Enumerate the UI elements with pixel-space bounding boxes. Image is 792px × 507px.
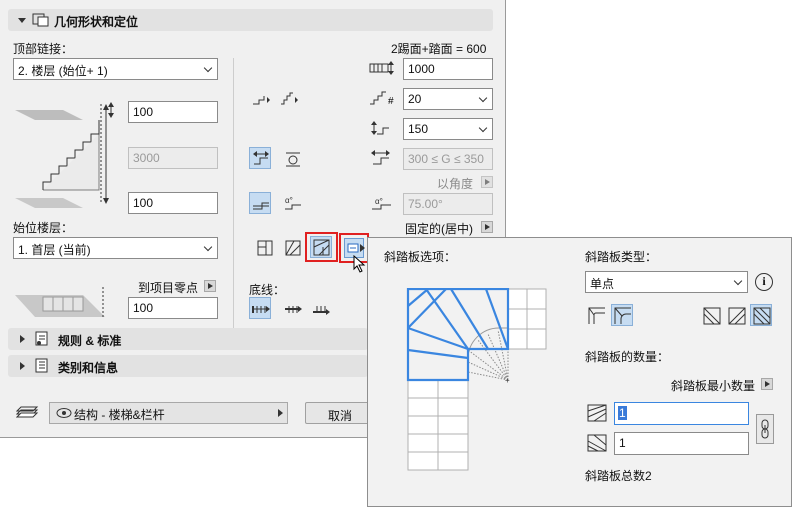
winder-count-second-input[interactable]: 1	[614, 432, 749, 455]
category-section-title: 类别和信息	[58, 361, 119, 375]
winder-count-first-icon	[586, 403, 610, 426]
geometry-section-header[interactable]: 几何形状和定位	[8, 9, 493, 31]
top-link-label: 顶部链接：	[13, 42, 74, 56]
bottom-offset-input[interactable]: 100	[128, 192, 218, 214]
angle-field: 75.00°	[403, 193, 493, 215]
rules-icon	[34, 331, 50, 350]
tread-depth-range-button[interactable]	[281, 147, 303, 169]
rules-section-header[interactable]: 规则 & 标准	[8, 328, 368, 350]
layer-selector[interactable]: 结构 - 楼梯&栏杆	[49, 402, 288, 424]
min-winder-count-menu-arrow[interactable]	[761, 378, 773, 390]
winder-count-first-value: 1	[618, 406, 627, 420]
layer-stack-icon	[15, 405, 40, 422]
project-zero-menu-arrow[interactable]	[204, 280, 216, 292]
winder-type-title: 斜踏板类型：	[585, 250, 658, 264]
geometry-section-title: 几何形状和定位	[54, 15, 139, 29]
winder-type-left-1-button[interactable]	[585, 304, 607, 326]
winder-count-second-icon	[586, 433, 610, 456]
winder-options-button-highlight	[339, 233, 369, 273]
flight-type-button-2[interactable]	[277, 87, 299, 109]
riser-tread-formula: 2踢面+踏面 = 600	[391, 42, 487, 56]
winder-options-popup: 斜踏板选项： + 斜踏板类型： 单点 i 斜踏板的数量： 斜踏板最小数量 1 1…	[367, 237, 792, 507]
collapse-triangle-icon	[18, 18, 26, 23]
floor-plate-diagram	[13, 287, 113, 324]
home-story-label: 始位楼层：	[13, 221, 74, 235]
cancel-button[interactable]: 取消	[305, 402, 375, 424]
min-winder-count-label: 斜踏板最小数量	[671, 379, 756, 393]
baseline-right-button[interactable]	[309, 297, 331, 319]
angle-icon: α°	[369, 195, 397, 214]
winder-turn-highlight	[305, 232, 338, 262]
stair-height-diagram	[13, 98, 123, 219]
turn-winder-button[interactable]	[281, 236, 303, 258]
category-icon	[34, 358, 50, 377]
riser-count-select[interactable]: 20	[403, 88, 493, 110]
tread-depth-range-field: 300 ≤ G ≤ 350	[403, 148, 493, 170]
winder-type-right-2-button[interactable]	[725, 304, 747, 326]
riser-count-icon: #	[369, 90, 397, 109]
winder-type-left-2-button[interactable]	[611, 304, 633, 326]
top-offset-input[interactable]: 100	[128, 101, 218, 123]
by-angle-label: 以角度	[437, 177, 474, 191]
expand-triangle-icon	[20, 362, 25, 370]
baseline-center-button[interactable]	[281, 297, 303, 319]
flight-type-button-1[interactable]	[249, 87, 271, 109]
baseline-label: 底线：	[249, 283, 286, 297]
layer-name: 结构 - 楼梯&栏杆	[74, 408, 165, 422]
to-project-zero-label: 到项目零点	[138, 281, 199, 295]
riser-height-select[interactable]: 150	[403, 118, 493, 140]
mouse-cursor-icon	[353, 255, 366, 273]
fixed-centered-menu-arrow[interactable]	[481, 221, 493, 233]
column-divider	[233, 58, 234, 328]
winder-options-title: 斜踏板选项：	[384, 250, 457, 264]
riser-height-icon	[369, 120, 397, 139]
stair-height-input: 3000	[128, 147, 218, 169]
winder-type-select[interactable]: 单点	[585, 271, 748, 293]
category-section-header[interactable]: 类别和信息	[8, 355, 368, 377]
svg-text:α°: α°	[285, 196, 293, 205]
svg-text:#: #	[388, 96, 394, 106]
svg-text:+: +	[505, 376, 510, 385]
top-link-select[interactable]: 2. 楼层 (始位+ 1)	[13, 58, 218, 80]
winder-total-label: 斜踏板总数2	[585, 469, 652, 483]
info-icon[interactable]: i	[755, 273, 773, 291]
fixed-centered-label: 固定的(居中)	[405, 222, 473, 236]
winder-type-right-1-button[interactable]	[700, 304, 722, 326]
turn-winder-selected-button[interactable]	[310, 236, 332, 258]
stair-width-input[interactable]: 1000	[403, 58, 493, 80]
expand-triangle-icon	[20, 335, 25, 343]
project-zero-input[interactable]: 100	[128, 297, 218, 319]
stair-width-icon	[369, 60, 397, 79]
winder-count-first-input[interactable]: 1	[614, 402, 749, 425]
angle-lock-button[interactable]	[249, 192, 271, 214]
tread-depth-lock-button[interactable]	[249, 147, 271, 169]
geometry-icon	[32, 12, 50, 31]
winder-plan-diagram: +	[406, 287, 556, 476]
home-story-select[interactable]: 1. 首层 (当前)	[13, 237, 218, 259]
layer-menu-arrow-icon	[278, 409, 283, 417]
link-chain-button[interactable]	[756, 414, 774, 444]
rules-section-title: 规则 & 标准	[58, 334, 122, 348]
tread-depth-icon	[369, 150, 397, 169]
winder-type-right-3-button[interactable]	[750, 304, 772, 326]
turn-landing-button[interactable]	[253, 236, 275, 258]
winder-options-arrow-icon	[360, 244, 365, 252]
angle-free-button[interactable]: α°	[281, 192, 303, 214]
eye-icon	[56, 408, 72, 418]
baseline-left-button[interactable]	[249, 297, 271, 319]
by-angle-menu-arrow	[481, 176, 493, 188]
winder-count-title: 斜踏板的数量：	[585, 350, 670, 364]
